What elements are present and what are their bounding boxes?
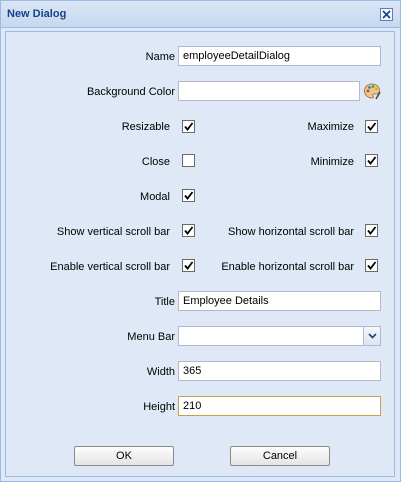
title-label: Title xyxy=(154,296,175,308)
minimize-checkbox[interactable] xyxy=(365,154,378,167)
show-horizontal-scroll-checkbox[interactable] xyxy=(365,224,378,237)
menu-bar-dropdown-button[interactable] xyxy=(363,326,381,346)
height-label: Height xyxy=(143,401,175,413)
new-dialog-window: New Dialog Name Background Color Resizab… xyxy=(0,0,401,482)
enable-vertical-scroll-checkbox[interactable] xyxy=(182,259,195,272)
resizable-checkbox[interactable] xyxy=(182,120,195,133)
width-label: Width xyxy=(146,366,175,378)
height-field[interactable] xyxy=(178,396,381,416)
checkmark-icon xyxy=(184,191,194,200)
show-horizontal-scroll-label: Show horizontal scroll bar xyxy=(228,226,354,238)
modal-label: Modal xyxy=(140,191,170,203)
menu-bar-label: Menu Bar xyxy=(127,331,175,343)
enable-vertical-scroll-label: Enable vertical scroll bar xyxy=(50,261,170,273)
checkmark-icon xyxy=(184,122,194,131)
background-color-field[interactable] xyxy=(178,81,360,101)
background-color-label: Background Color xyxy=(86,86,175,98)
palette-icon xyxy=(364,83,381,100)
dialog-body: Name Background Color Resizable Maximize… xyxy=(5,31,395,477)
dialog-titlebar[interactable]: New Dialog xyxy=(1,1,400,28)
enable-horizontal-scroll-checkbox[interactable] xyxy=(365,259,378,272)
color-picker-button[interactable] xyxy=(363,82,381,100)
dialog-title: New Dialog xyxy=(7,8,67,20)
checkmark-icon xyxy=(184,261,194,270)
title-field[interactable] xyxy=(178,291,381,311)
close-icon xyxy=(382,10,391,19)
width-field[interactable] xyxy=(178,361,381,381)
ok-button[interactable]: OK xyxy=(74,446,174,466)
checkmark-icon xyxy=(367,156,377,165)
minimize-label: Minimize xyxy=(310,156,354,168)
chevron-down-icon xyxy=(368,333,377,339)
checkmark-icon xyxy=(367,261,377,270)
close-button[interactable] xyxy=(380,8,393,21)
modal-checkbox[interactable] xyxy=(182,189,195,202)
cancel-button[interactable]: Cancel xyxy=(230,446,330,466)
maximize-checkbox[interactable] xyxy=(365,120,378,133)
checkmark-icon xyxy=(367,122,377,131)
show-vertical-scroll-label: Show vertical scroll bar xyxy=(56,226,170,238)
name-label: Name xyxy=(145,51,175,63)
show-vertical-scroll-checkbox[interactable] xyxy=(182,224,195,237)
menu-bar-select[interactable] xyxy=(178,326,364,346)
name-field[interactable] xyxy=(178,46,381,66)
enable-horizontal-scroll-label: Enable horizontal scroll bar xyxy=(221,261,354,273)
maximize-label: Maximize xyxy=(307,121,354,133)
close-checkbox[interactable] xyxy=(182,154,195,167)
resizable-label: Resizable xyxy=(121,121,170,133)
checkmark-icon xyxy=(367,226,377,235)
checkmark-icon xyxy=(184,226,194,235)
close-label: Close xyxy=(141,156,170,168)
